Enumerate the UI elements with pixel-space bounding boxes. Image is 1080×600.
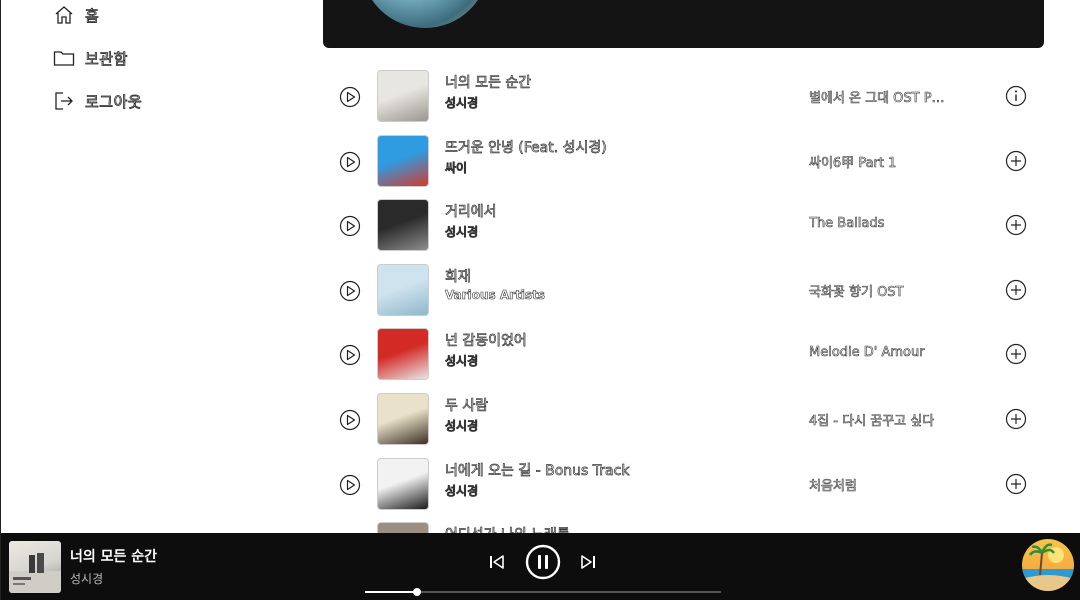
play-track-button[interactable]: [339, 474, 361, 496]
album-art: [377, 328, 429, 381]
sidebar: 홈 보관함 로그아웃: [1, 0, 301, 533]
plus-circle-icon: [1005, 473, 1027, 494]
play-circle-icon: [339, 345, 361, 366]
plus-circle-icon: [1005, 344, 1027, 365]
track-album: The Ballads: [809, 216, 885, 232]
player-bar: 너의 모든 순간 성시경: [1, 533, 1080, 600]
track-album: 싸이6甲 Part 1: [809, 155, 897, 171]
sidebar-item-home[interactable]: 홈: [53, 4, 99, 26]
skip-next-icon: [581, 555, 595, 569]
play-circle-icon: [339, 151, 361, 172]
track-title: 너에게 오는 길 - Bonus Track: [445, 462, 630, 479]
track-title: 뜨거운 안녕 (Feat. 성시경): [445, 139, 607, 156]
album-art: [377, 392, 429, 445]
album-art: [377, 70, 429, 122]
now-playing-album-art: [9, 541, 61, 593]
plus-circle-icon: [1005, 279, 1027, 300]
track-artist: 성시경: [445, 96, 479, 111]
sidebar-item-label: 로그아웃: [85, 92, 143, 111]
track-title: 두 사람: [445, 397, 489, 415]
track-row[interactable]: 너에게 오는 길 - Bonus Track 성시경 처음처럼: [323, 452, 1044, 517]
track-album: 4집 - 다시 꿈꾸고 싶다: [809, 413, 935, 429]
track-title: 거리에서: [445, 204, 497, 221]
track-artist: 성시경: [445, 225, 479, 240]
folder-icon: [53, 47, 75, 69]
add-to-library-button[interactable]: [1005, 473, 1027, 495]
album-art: [377, 522, 429, 533]
plus-circle-icon: [1005, 408, 1027, 430]
track-title: 희재: [445, 268, 471, 285]
play-circle-icon: [339, 409, 361, 431]
track-title: 어디선가 나의 노래를: [445, 524, 571, 533]
play-track-button[interactable]: [339, 280, 361, 302]
add-to-library-button[interactable]: [1005, 408, 1027, 430]
pause-icon: [525, 544, 561, 580]
add-to-library-button[interactable]: [1005, 214, 1027, 236]
track-artist: 성시경: [445, 418, 479, 434]
track-album: 처음처럼: [809, 478, 857, 494]
pause-button[interactable]: [525, 544, 561, 584]
progress-bar[interactable]: [365, 588, 721, 596]
now-playing-title: 너의 모든 순간: [70, 549, 158, 565]
track-title: 너의 모든 순간: [445, 75, 532, 92]
track-row[interactable]: 넌 감동이었어 성시경 Melodie D' Amour: [323, 322, 1044, 387]
play-circle-icon: [339, 86, 361, 108]
now-playing-artist: 성시경: [70, 572, 104, 586]
play-track-button[interactable]: [339, 409, 361, 431]
sidebar-item-library[interactable]: 보관함: [53, 47, 128, 69]
album-art: [377, 457, 429, 510]
track-row[interactable]: 두 사람 성시경 4집 - 다시 꿈꾸고 싶다: [323, 387, 1044, 452]
track-list: 너의 모든 순간 성시경 별에서 온 그대 OST P… 뜨거운 안녕 (Fea…: [323, 64, 1044, 533]
album-art: [377, 134, 429, 187]
home-icon: [53, 4, 75, 26]
track-row[interactable]: 뜨거운 안녕 (Feat. 성시경) 싸이 싸이6甲 Part 1: [323, 129, 1044, 194]
track-album: Melodie D' Amour: [809, 345, 925, 361]
add-to-library-button[interactable]: [1005, 343, 1027, 365]
play-circle-icon: [339, 216, 361, 237]
track-artist: 성시경: [445, 354, 479, 369]
skip-previous-icon: [490, 555, 504, 569]
track-row[interactable]: 희재 Various Artists 국화꽃 향기 OST: [323, 258, 1044, 323]
previous-track-button[interactable]: [488, 553, 506, 575]
logout-icon: [53, 90, 75, 112]
track-artist: Various Artists: [445, 287, 546, 302]
sidebar-item-label: 홈: [85, 6, 100, 25]
plus-circle-icon: [1005, 215, 1027, 236]
progress-fill: [365, 591, 417, 593]
track-album: 국화꽃 향기 OST: [809, 284, 904, 300]
track-info-button[interactable]: [1005, 85, 1027, 107]
app-window: 홈 보관함 로그아웃 너의 모든 순간 성시경 별에서 온 그대 OST P… …: [0, 0, 1080, 600]
album-art: [377, 199, 429, 252]
track-row[interactable]: 너의 모든 순간 성시경 별에서 온 그대 OST P…: [323, 64, 1044, 129]
track-artist: 성시경: [445, 483, 479, 498]
play-track-button[interactable]: [339, 151, 361, 173]
add-to-library-button[interactable]: [1005, 279, 1027, 301]
playlist-cover-image: [361, 0, 489, 28]
play-circle-icon: [339, 474, 361, 495]
track-album: 별에서 온 그대 OST P…: [809, 91, 945, 106]
playlist-header-banner: [323, 0, 1044, 48]
plus-circle-icon: [1005, 150, 1027, 171]
track-row[interactable]: 거리에서 성시경 The Ballads: [323, 193, 1044, 258]
next-track-button[interactable]: [579, 553, 597, 575]
album-art: [377, 263, 429, 316]
track-title: 넌 감동이었어: [445, 333, 527, 350]
sidebar-item-label: 보관함: [85, 49, 128, 68]
play-track-button[interactable]: [339, 86, 361, 108]
add-to-library-button[interactable]: [1005, 150, 1027, 172]
avatar[interactable]: [1022, 539, 1074, 591]
sidebar-item-logout[interactable]: 로그아웃: [53, 90, 142, 112]
info-circle-icon: [1005, 85, 1027, 107]
track-row[interactable]: 어디선가 나의 노래를: [323, 516, 1044, 533]
play-track-button[interactable]: [339, 344, 361, 366]
play-track-button[interactable]: [339, 215, 361, 237]
track-artist: 싸이: [445, 160, 468, 175]
play-circle-icon: [339, 280, 361, 301]
progress-handle[interactable]: [412, 588, 421, 596]
